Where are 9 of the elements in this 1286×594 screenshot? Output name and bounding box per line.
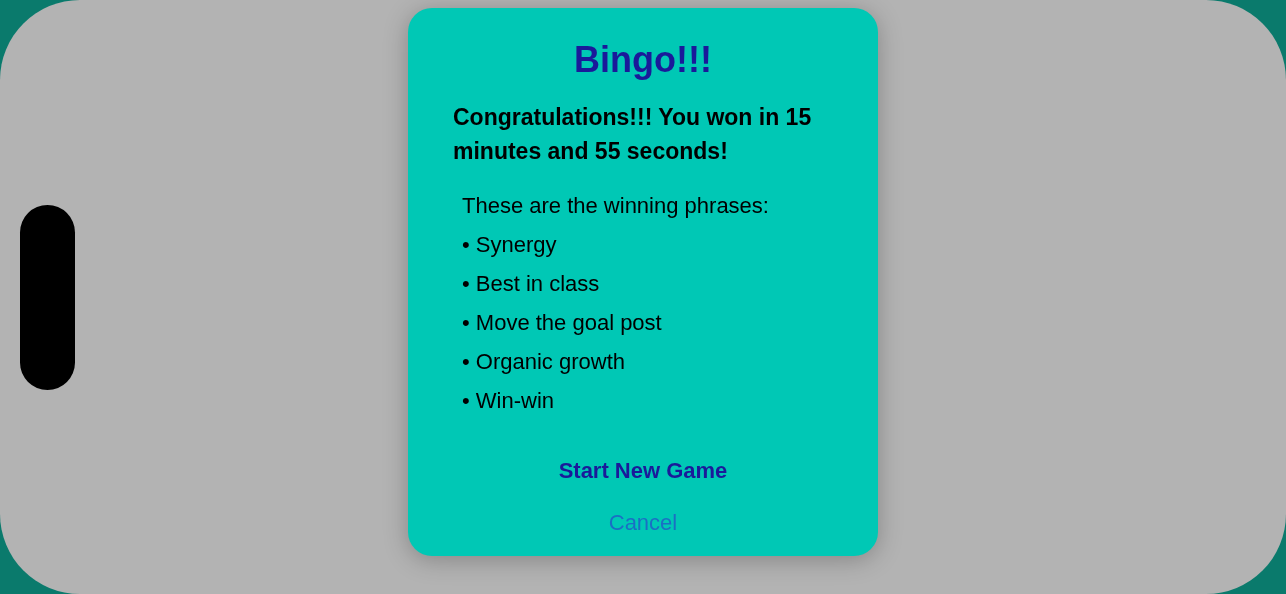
- phrase-item: • Organic growth: [462, 348, 626, 376]
- alert-title: Bingo!!!: [573, 38, 713, 82]
- start-button[interactable]: Start New Game: [550, 456, 736, 486]
- alert-message: Congratulations!!! You won in 15 minutes and 55 seconds!: [453, 103, 813, 166]
- phrases-heading: These are the winning phrases:: [462, 192, 770, 220]
- phrase-item: • Best in class: [462, 270, 601, 298]
- phrase-item: • Move the goal post: [462, 309, 663, 337]
- phrase-item: • Win-win: [462, 387, 556, 415]
- phrase-item: • Synergy: [462, 231, 558, 259]
